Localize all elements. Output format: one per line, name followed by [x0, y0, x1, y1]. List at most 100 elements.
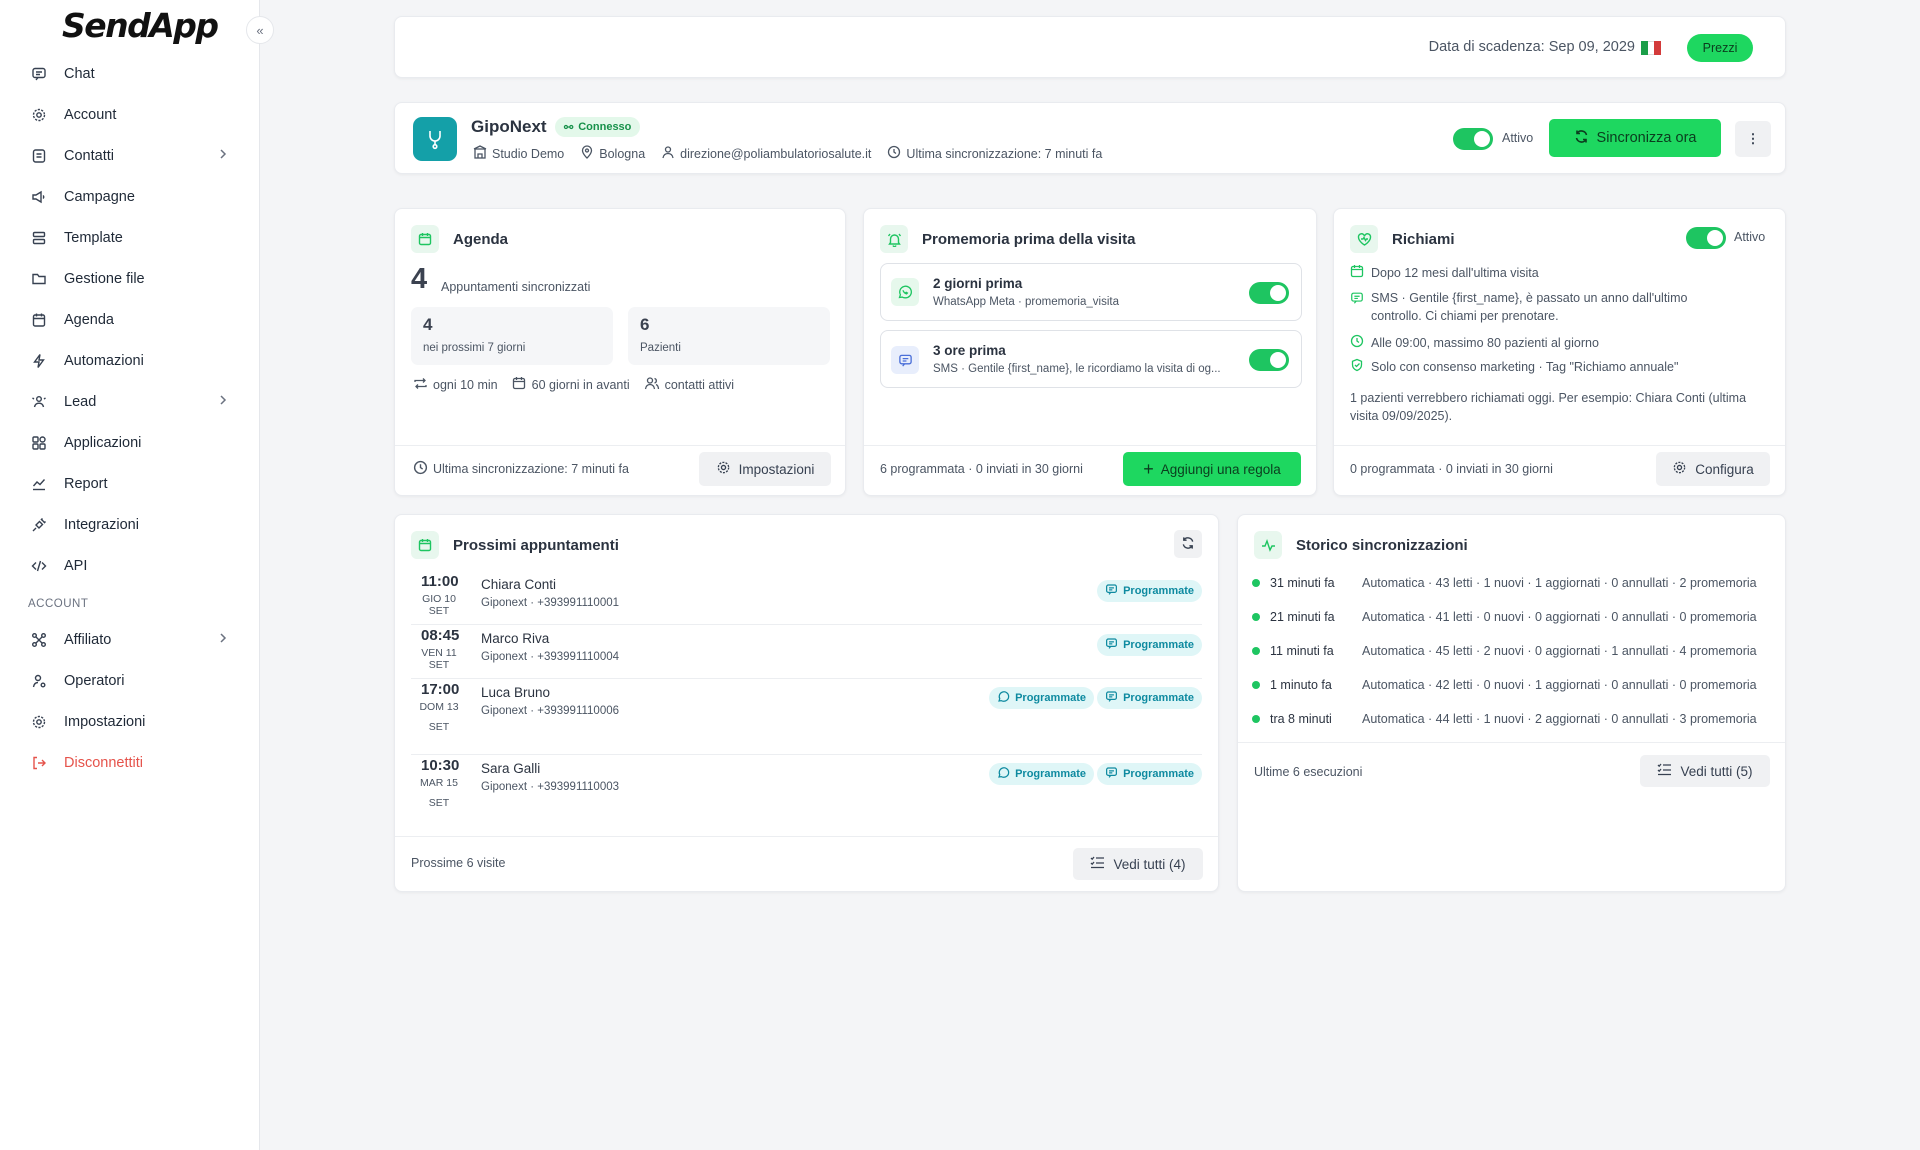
chevron-right-icon [218, 632, 228, 648]
double-chevron-left-icon: « [256, 22, 264, 38]
clock-icon [413, 460, 428, 478]
patient-name: Luca Bruno [481, 685, 551, 700]
chevron-right-icon [218, 148, 228, 164]
sms-icon [1350, 291, 1364, 325]
appointment-row[interactable]: 10:30 MAR 15 SET Sara Galli Giponext · +… [411, 755, 1202, 831]
top-bar: Data di scadenza: Sep 09, 2029 Prezzi [394, 16, 1786, 78]
sms-scheduled-badge: Programmate [1097, 580, 1202, 602]
status-dot [1252, 681, 1260, 689]
rule-toggle[interactable] [1249, 349, 1289, 371]
user-gear-icon [30, 672, 48, 690]
brand-logo[interactable]: SendApp [62, 6, 219, 45]
more-options-button[interactable]: ⋮ [1735, 121, 1771, 157]
sidebar-item-label: Automazioni [64, 353, 144, 369]
bolt-icon [30, 352, 48, 370]
sidebar-item-disconnettiti[interactable]: Disconnettiti [16, 745, 244, 781]
sidebar-item-template[interactable]: Template [16, 220, 244, 256]
sms-scheduled-badge: Programmate [1097, 634, 1202, 656]
gear-icon [1672, 460, 1687, 478]
sidebar-item-label: Impostazioni [64, 714, 146, 730]
status-dot [1252, 613, 1260, 621]
sync-history-card: Storico sincronizzazioni 31 minuti fa Au… [1237, 514, 1786, 892]
sidebar-item-impostazioni[interactable]: Impostazioni [16, 704, 244, 740]
divider [395, 445, 845, 446]
sidebar-item-report[interactable]: Report [16, 466, 244, 502]
apps-icon [30, 434, 48, 452]
appointment-row[interactable]: 17:00 DOM 13 SET Luca Bruno Giponext · +… [411, 679, 1202, 755]
appointment-date: MAR 15 [420, 777, 458, 789]
recall-message: SMS · Gentile {first_name}, è passato un… [1350, 289, 1687, 325]
view-all-appointments-button[interactable]: Vedi tutti (4) [1073, 848, 1203, 880]
sidebar-item-lead[interactable]: Lead [16, 384, 244, 420]
history-title: Storico sincronizzazioni [1296, 537, 1468, 554]
collapse-sidebar-button[interactable]: « [246, 16, 274, 44]
sidebar-item-label: Report [64, 476, 108, 492]
sidebar-item-label: API [64, 558, 88, 574]
integration-meta: Studio Demo Bologna direzione@poliambula… [473, 145, 1102, 162]
sidebar-item-label: Operatori [64, 673, 125, 689]
recall-active-toggle[interactable] [1686, 227, 1726, 249]
configure-button[interactable]: Configura [1656, 452, 1770, 486]
agenda-footer: Ultima sincronizzazione: 7 minuti fa [413, 460, 629, 478]
sidebar-item-integrazioni[interactable]: Integrazioni [16, 507, 244, 543]
upcoming-title: Prossimi appuntamenti [453, 537, 619, 554]
sidebar-item-label: Disconnettiti [64, 755, 143, 771]
sidebar-item-operatori[interactable]: Operatori [16, 663, 244, 699]
sms-icon [1105, 637, 1118, 653]
rule-title: 3 ore prima [933, 343, 1006, 358]
appointment-row[interactable]: 08:45 VEN 11 SET Marco Riva Giponext · +… [411, 625, 1202, 679]
appointments-count: 4 [411, 263, 428, 295]
sync-time: 1 minuto fa [1270, 678, 1332, 692]
divider [395, 836, 1218, 837]
whatsapp-icon [997, 690, 1010, 706]
sms-icon [1105, 766, 1118, 782]
sidebar-item-agenda[interactable]: Agenda [16, 302, 244, 338]
sidebar-item-label: Lead [64, 394, 97, 410]
city-name: Bologna [599, 146, 646, 161]
agenda-settings-button[interactable]: Impostazioni [699, 452, 831, 486]
agenda-title: Agenda [453, 231, 509, 248]
divider [1238, 742, 1785, 743]
patient-name: Marco Riva [481, 631, 550, 646]
appointment-row[interactable]: 11:00 GIO 10 SET Chiara Conti Giponext ·… [411, 571, 1202, 625]
whatsapp-icon [891, 278, 919, 306]
prices-button[interactable]: Prezzi [1687, 34, 1753, 62]
shield-check-icon [1350, 358, 1364, 375]
rule-toggle[interactable] [1249, 282, 1289, 304]
sidebar-item-affiliato[interactable]: Affiliato [16, 622, 244, 658]
folder-icon [30, 270, 48, 288]
logout-icon [30, 754, 48, 772]
sidebar-item-api[interactable]: API [16, 548, 244, 584]
chevron-right-icon [218, 394, 228, 410]
toggle-label: Attivo [1502, 131, 1534, 145]
patient-phone: Giponext · +393991110004 [481, 651, 620, 663]
sms-scheduled-badge: Programmate [1097, 763, 1202, 785]
integration-active-toggle[interactable] [1453, 128, 1493, 150]
sidebar-item-automazioni[interactable]: Automazioni [16, 343, 244, 379]
recall-delay: Dopo 12 mesi dall'ultima visita [1350, 264, 1539, 281]
status-dot [1252, 579, 1260, 587]
recall-title: Richiami [1392, 231, 1455, 248]
sidebar-item-campagne[interactable]: Campagne [16, 179, 244, 215]
sidebar-item-account[interactable]: Account [16, 97, 244, 133]
view-all-history-button[interactable]: Vedi tutti (5) [1640, 755, 1770, 787]
clock-icon [1350, 334, 1364, 351]
reminder-rule[interactable]: 3 ore prima SMS · Gentile {first_name}, … [880, 330, 1302, 388]
toggle-label: Attivo [1734, 230, 1766, 244]
sidebar-item-applicazioni[interactable]: Applicazioni [16, 425, 244, 461]
add-rule-button[interactable]: + Aggiungi una regola [1123, 452, 1301, 486]
sync-time: 11 minuti fa [1270, 644, 1334, 658]
code-icon [30, 557, 48, 575]
integration-header: GipoNext ⚯ Connesso Studio Demo Bologna d… [394, 102, 1786, 174]
sync-time: tra 8 minuti [1270, 712, 1332, 726]
sidebar-item-gestione-file[interactable]: Gestione file [16, 261, 244, 297]
sync-detail: Automatica · 41 letti · 0 nuovi · 0 aggi… [1362, 610, 1757, 624]
sidebar-item-chat[interactable]: Chat [16, 56, 244, 92]
reminder-rule[interactable]: 2 giorni prima WhatsApp Meta · promemori… [880, 263, 1302, 321]
stat-value: 6 [640, 315, 650, 334]
sync-now-button[interactable]: Sincronizza ora [1549, 119, 1721, 157]
appointment-date-month: SET [428, 797, 450, 809]
refresh-button[interactable] [1174, 530, 1202, 558]
calendar-icon [30, 311, 48, 329]
sidebar-item-contatti[interactable]: Contatti [16, 138, 244, 174]
